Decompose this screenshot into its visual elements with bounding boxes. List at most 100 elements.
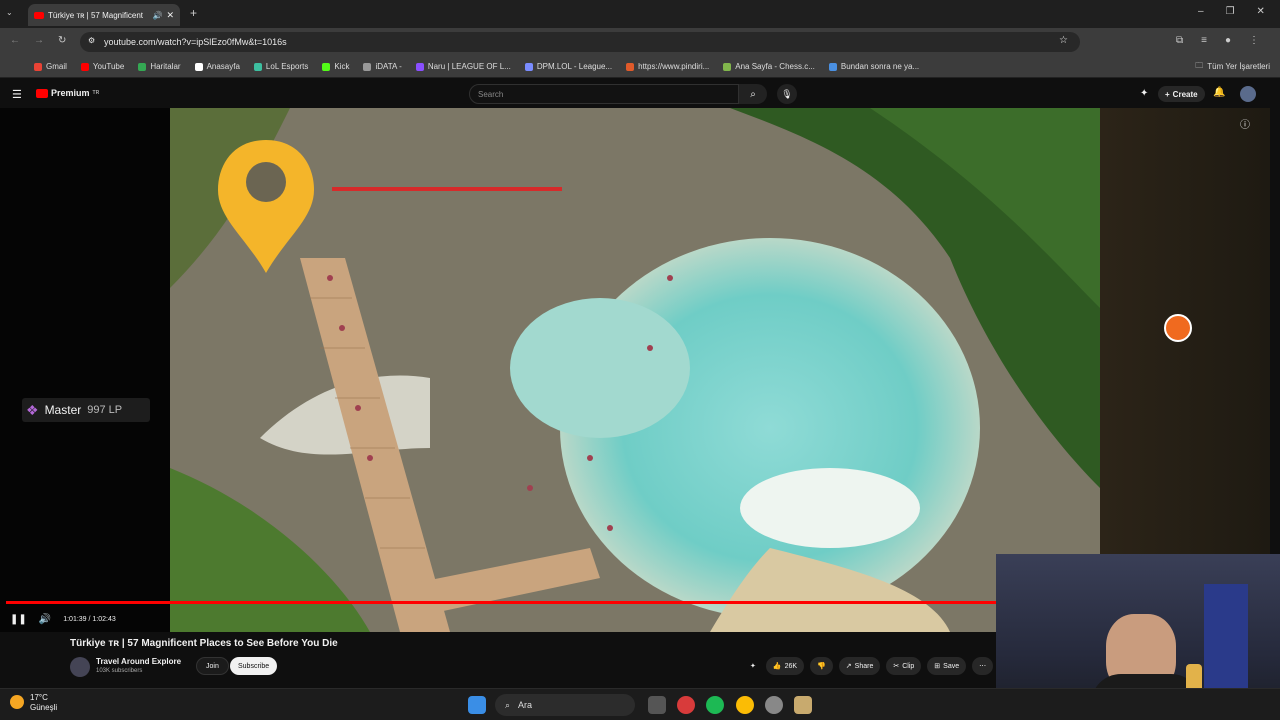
bookmark-item[interactable]: Bundan sonra ne ya... xyxy=(828,62,919,71)
sparkle-icon: ✦ xyxy=(750,663,756,670)
minimize-icon[interactable]: – xyxy=(1198,6,1204,17)
hamburger-menu-icon[interactable]: ☰ xyxy=(12,88,22,101)
search-input[interactable]: Search xyxy=(469,84,739,104)
ask-gemini-button[interactable]: ✦ xyxy=(746,657,760,675)
task-view-icon[interactable] xyxy=(648,696,666,714)
progress-bar[interactable] xyxy=(6,601,996,604)
brand-badge-icon xyxy=(1164,314,1192,342)
subscriber-count: 103K subscribers xyxy=(96,668,143,674)
player-left-bar xyxy=(0,108,170,632)
temperature: 17°C xyxy=(30,693,48,702)
url-field[interactable]: ⚙ youtube.com/watch?v=ipSlEzo0fMw&t=1016… xyxy=(80,32,1080,52)
plus-icon: + xyxy=(1165,89,1170,99)
bookmark-icon: ⊞ xyxy=(934,663,941,670)
bookmark-item[interactable]: Kick xyxy=(322,62,349,71)
bookmark-item[interactable]: Gmail xyxy=(34,62,67,71)
reload-icon[interactable]: ↻ xyxy=(58,35,66,46)
account-avatar[interactable] xyxy=(1240,86,1256,102)
search-icon: ⌕ xyxy=(750,88,756,100)
windows-start-icon[interactable] xyxy=(468,696,486,714)
bookmark-item[interactable]: YouTube xyxy=(80,62,124,71)
forward-icon[interactable]: → xyxy=(34,35,44,46)
bookmark-favicon-icon xyxy=(524,62,533,71)
join-button[interactable]: Join xyxy=(196,657,229,675)
more-actions-button[interactable]: ⋯ xyxy=(972,657,994,675)
back-icon[interactable]: ← xyxy=(10,35,20,46)
microphone-icon: 🎙 xyxy=(781,88,793,99)
master-emblem-icon: ❖ xyxy=(26,401,39,418)
youtube-header: ☰ Premium TR Search ⌕ 🎙 ✦ + Create 🔔 xyxy=(0,80,1280,108)
search-button[interactable]: ⌕ xyxy=(739,84,767,104)
thumbs-up-icon: 👍 xyxy=(772,663,782,670)
bookmark-item[interactable]: Haritalar xyxy=(138,62,181,71)
more-icon: ⋯ xyxy=(979,663,987,670)
sun-icon xyxy=(10,695,24,709)
weather-widget[interactable]: 17°C Güneşli xyxy=(10,693,57,713)
url-text: youtube.com/watch?v=ipSlEzo0fMw&t=1016s xyxy=(104,37,287,47)
bookmark-favicon-icon xyxy=(34,62,42,71)
subscribe-button[interactable]: Subscribe xyxy=(230,657,278,675)
folder-icon: 🗀 xyxy=(1195,60,1204,70)
bookmark-favicon-icon xyxy=(253,62,262,71)
video-frame[interactable] xyxy=(170,108,1100,632)
notifications-bell-icon[interactable]: 🔔 xyxy=(1213,87,1225,98)
channel-row: Travel Around Explore 103K subscribers J… xyxy=(70,655,994,677)
bookmark-item[interactable]: Ana Sayfa - Chess.c... xyxy=(723,62,815,71)
spotify-icon[interactable] xyxy=(706,696,724,714)
like-button[interactable]: 👍 26K xyxy=(765,657,805,675)
channel-name[interactable]: Travel Around Explore xyxy=(96,657,181,666)
share-button[interactable]: ↗ Share xyxy=(838,657,881,675)
site-info-icon[interactable]: ⚙ xyxy=(88,36,95,45)
app-icon[interactable] xyxy=(765,696,783,714)
new-tab-button[interactable]: + xyxy=(190,6,197,20)
clip-button[interactable]: ✂ Clip xyxy=(886,657,922,675)
bookmark-item[interactable]: LoL Esports xyxy=(253,62,308,71)
bookmark-item[interactable]: Anasayfa xyxy=(194,62,240,71)
dislike-button[interactable]: 👎 xyxy=(810,657,833,675)
app-icon[interactable] xyxy=(677,696,695,714)
taskbar-search[interactable]: ⌕ Ara xyxy=(495,694,635,716)
create-button[interactable]: + Create xyxy=(1158,86,1205,102)
gemini-icon[interactable]: ✦ xyxy=(1140,88,1148,99)
bookmark-favicon-icon xyxy=(415,62,424,71)
tab-title: Türkiye ᴛʀ | 57 Magnificent xyxy=(48,10,143,20)
bookmark-item[interactable]: Naru | LEAGUE OF L... xyxy=(415,62,511,71)
search-icon: ⌕ xyxy=(505,699,511,710)
speaker-icon[interactable]: 🔊 xyxy=(152,11,162,20)
channel-avatar[interactable] xyxy=(70,657,90,677)
time-display: 1:01:39 / 1:02:43 xyxy=(63,615,116,623)
bookmark-favicon-icon xyxy=(194,62,203,71)
restore-icon[interactable]: ❐ xyxy=(1226,6,1235,17)
volume-icon[interactable]: 🔊 xyxy=(39,614,51,625)
close-window-icon[interactable]: ✕ xyxy=(1257,6,1265,17)
youtube-favicon-icon xyxy=(34,11,44,19)
pause-icon[interactable]: ❚❚ xyxy=(10,614,27,625)
tab-list-icon[interactable]: ⌄ xyxy=(6,8,13,17)
bookmark-item[interactable]: DPM.LOL - League... xyxy=(524,62,612,71)
bookmark-favicon-icon xyxy=(626,62,635,71)
chrome-icon[interactable] xyxy=(736,696,754,714)
bookmark-star-icon[interactable]: ☆ xyxy=(1059,35,1068,46)
bookmark-item[interactable]: https://www.pindiri... xyxy=(626,62,709,71)
menu-icon[interactable]: ⋮ xyxy=(1249,35,1259,46)
info-icon[interactable]: ⓘ xyxy=(1240,116,1250,131)
browser-tab[interactable]: Türkiye ᴛʀ | 57 Magnificent 🔊 ✕ xyxy=(28,4,180,26)
bookmark-favicon-icon xyxy=(80,62,89,71)
tab-close-icon[interactable]: ✕ xyxy=(166,10,174,21)
bookmark-favicon-icon xyxy=(723,62,732,71)
voice-search-button[interactable]: 🎙 xyxy=(777,84,797,104)
windows-taskbar: 17°C Güneşli ⌕ Ara xyxy=(0,688,1280,720)
bookmark-favicon-icon xyxy=(138,62,147,71)
all-bookmarks-folder[interactable]: 🗀 Tüm Yer İşaretleri xyxy=(1195,60,1270,74)
scissors-icon: ✂ xyxy=(893,663,900,670)
save-button[interactable]: ⊞ Save xyxy=(927,657,967,675)
video-title: Türkiye ᴛʀ | 57 Magnificent Places to Se… xyxy=(70,638,338,649)
youtube-logo[interactable]: Premium TR xyxy=(36,88,99,98)
share-icon: ↗ xyxy=(845,663,852,670)
extensions-icon[interactable]: ⧉ xyxy=(1176,35,1183,46)
media-icon[interactable]: ≡ xyxy=(1201,35,1207,46)
browser-tab-strip: ⌄ Türkiye ᴛʀ | 57 Magnificent 🔊 ✕ + – ❐ … xyxy=(0,0,1280,28)
profile-icon[interactable]: ● xyxy=(1225,35,1231,46)
league-client-icon[interactable] xyxy=(794,696,812,714)
bookmark-item[interactable]: iDATA - xyxy=(363,62,402,71)
